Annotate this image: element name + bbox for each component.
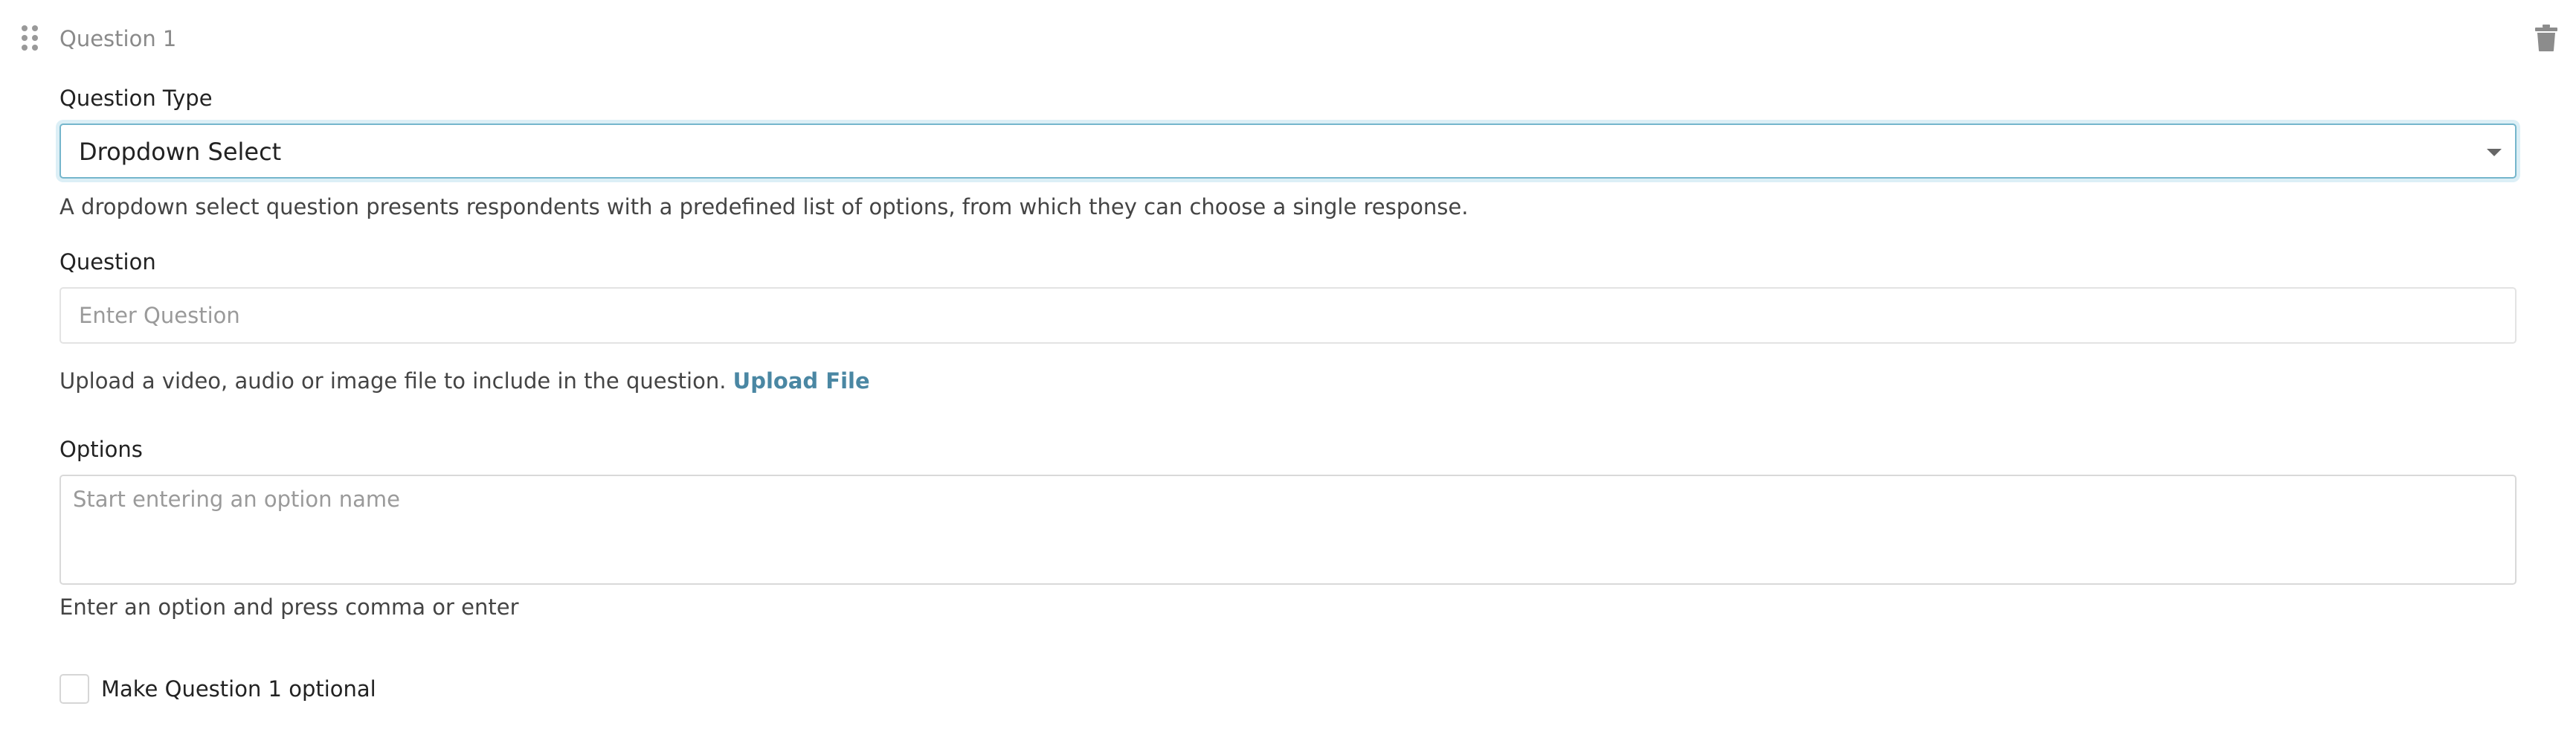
drag-handle-icon[interactable] (21, 25, 40, 51)
upload-file-link[interactable]: Upload File (733, 368, 870, 394)
question-type-select[interactable]: Dropdown Select (59, 124, 2517, 179)
question-label: Question (59, 249, 156, 275)
question-input[interactable] (59, 287, 2517, 344)
chevron-down-icon (2487, 149, 2502, 156)
question-title: Question 1 (59, 26, 177, 51)
question-type-selected-value: Dropdown Select (79, 138, 282, 166)
optional-checkbox[interactable] (59, 674, 89, 704)
options-help-text: Enter an option and press comma or enter (59, 594, 519, 620)
options-input[interactable] (59, 475, 2517, 585)
upload-line: Upload a video, audio or image file to i… (59, 365, 870, 397)
trash-icon[interactable] (2534, 24, 2558, 52)
options-label: Options (59, 437, 143, 462)
upload-help-text: Upload a video, audio or image file to i… (59, 368, 727, 394)
question-editor: Question 1 Question Type Dropdown Select… (0, 0, 2576, 741)
optional-checkbox-label[interactable]: Make Question 1 optional (101, 673, 376, 705)
question-type-description: A dropdown select question presents resp… (59, 194, 1469, 219)
question-type-label: Question Type (59, 86, 213, 111)
